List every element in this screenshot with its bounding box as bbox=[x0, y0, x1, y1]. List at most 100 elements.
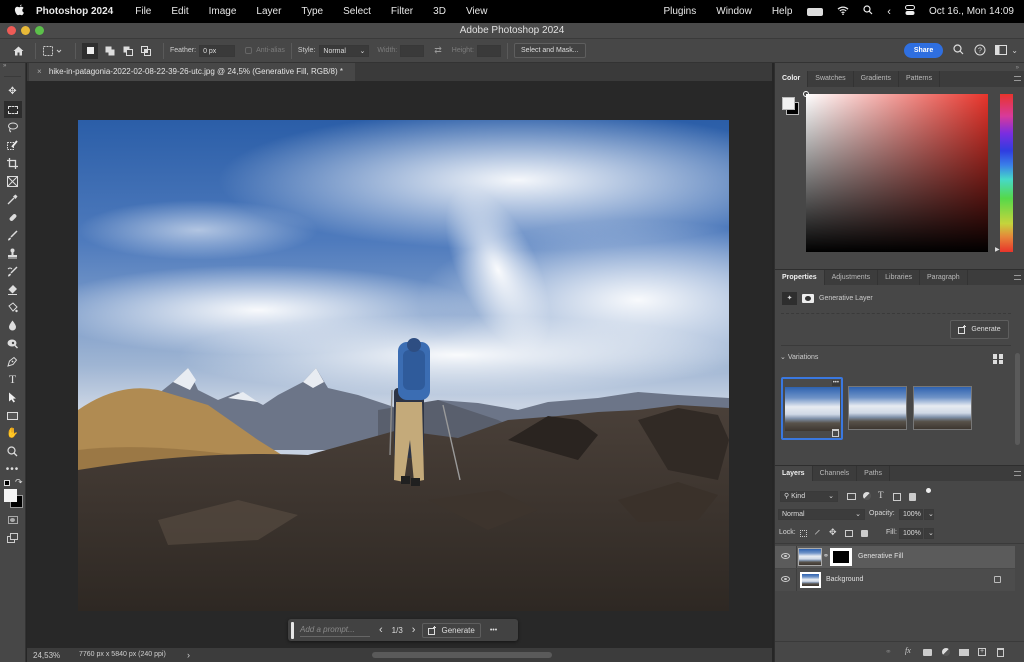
horizontal-scrollbar[interactable] bbox=[372, 652, 552, 658]
status-menu-arrow[interactable]: › bbox=[187, 650, 190, 660]
intersect-selection-button[interactable] bbox=[139, 44, 152, 57]
hue-slider-handle[interactable]: ▶ bbox=[995, 246, 1000, 253]
variation-1[interactable]: ••• bbox=[781, 377, 843, 440]
document-tab[interactable]: × hike-in-patagonia-2022-02-08-22-39-26-… bbox=[29, 63, 355, 81]
menu-image[interactable]: Image bbox=[209, 6, 237, 17]
height-input[interactable] bbox=[476, 44, 501, 57]
menu-type[interactable]: Type bbox=[301, 6, 323, 17]
add-to-selection-button[interactable] bbox=[103, 44, 116, 57]
blur-tool-icon[interactable] bbox=[4, 317, 22, 334]
crop-tool-icon[interactable] bbox=[4, 155, 22, 172]
spot-healing-tool-icon[interactable] bbox=[4, 209, 22, 226]
layer-lock-icon[interactable] bbox=[994, 576, 1001, 583]
lock-transparent-icon[interactable] bbox=[800, 530, 807, 537]
link-layers-icon[interactable]: ⚭ bbox=[885, 647, 892, 656]
tab-color[interactable]: Color bbox=[775, 71, 809, 87]
prompt-input[interactable]: Add a prompt... bbox=[300, 623, 370, 637]
select-and-mask-button[interactable]: Select and Mask... bbox=[513, 43, 586, 58]
previous-variation-button[interactable]: ‹ bbox=[379, 624, 383, 636]
blend-mode-dropdown[interactable]: Normal ⌄ bbox=[778, 509, 865, 520]
menu-file[interactable]: File bbox=[135, 6, 151, 17]
search-icon[interactable] bbox=[953, 44, 964, 57]
drag-handle[interactable] bbox=[291, 621, 294, 639]
variation-more-icon[interactable]: ••• bbox=[831, 380, 840, 386]
menu-view[interactable]: View bbox=[466, 6, 488, 17]
panel-menu-icon[interactable] bbox=[1014, 471, 1021, 476]
layer-filter-dropdown[interactable]: ⚲ Kind ⌄ bbox=[780, 491, 838, 502]
fill-input[interactable]: 100% bbox=[899, 528, 923, 539]
zoom-tool-icon[interactable] bbox=[4, 443, 22, 460]
properties-generate-button[interactable]: Generate bbox=[950, 320, 1009, 339]
help-icon[interactable]: ? bbox=[974, 44, 986, 58]
path-selection-tool-icon[interactable] bbox=[4, 389, 22, 406]
dodge-tool-icon[interactable] bbox=[4, 335, 22, 352]
swap-colors-icon[interactable]: ↷ bbox=[15, 477, 23, 488]
style-dropdown[interactable]: Normal ⌄ bbox=[319, 44, 370, 57]
variation-delete-icon[interactable] bbox=[832, 429, 839, 437]
paint-bucket-tool-icon[interactable] bbox=[4, 299, 22, 316]
clone-stamp-tool-icon[interactable] bbox=[4, 245, 22, 262]
eraser-tool-icon[interactable] bbox=[4, 281, 22, 298]
layer-name[interactable]: Generative Fill bbox=[858, 553, 903, 560]
lock-pixels-icon[interactable]: / bbox=[814, 528, 820, 537]
hand-tool-icon[interactable]: ✋ bbox=[4, 425, 22, 442]
close-window-button[interactable] bbox=[7, 26, 16, 35]
history-brush-tool-icon[interactable] bbox=[4, 263, 22, 280]
menu-filter[interactable]: Filter bbox=[391, 6, 413, 17]
opacity-dropdown[interactable]: ⌄ bbox=[924, 509, 934, 520]
menu-3d[interactable]: 3D bbox=[433, 6, 446, 17]
chevron-left-icon[interactable]: ‹ bbox=[887, 6, 891, 18]
menu-window[interactable]: Window bbox=[716, 6, 752, 17]
color-field[interactable] bbox=[803, 91, 988, 252]
properties-scrollbar[interactable] bbox=[1015, 353, 1020, 445]
fullscreen-window-button[interactable] bbox=[35, 26, 44, 35]
document-canvas-image[interactable] bbox=[78, 120, 729, 611]
menu-select[interactable]: Select bbox=[343, 6, 371, 17]
filter-pixel-icon[interactable] bbox=[847, 493, 856, 500]
rectangular-marquee-tool-icon[interactable] bbox=[3, 101, 22, 118]
new-selection-button[interactable] bbox=[82, 42, 98, 59]
battery-icon[interactable] bbox=[807, 7, 824, 16]
workspace-icon[interactable] bbox=[995, 44, 1008, 57]
share-button[interactable]: Share bbox=[903, 43, 944, 58]
filter-toggle-icon[interactable] bbox=[926, 488, 931, 493]
wifi-icon[interactable] bbox=[837, 6, 849, 18]
app-menu[interactable]: Photoshop 2024 bbox=[36, 6, 113, 17]
variation-2[interactable] bbox=[848, 386, 907, 430]
subtract-from-selection-button[interactable] bbox=[121, 44, 134, 57]
control-center-icon[interactable] bbox=[904, 4, 915, 19]
tab-paragraph[interactable]: Paragraph bbox=[920, 270, 968, 285]
eyedropper-tool-icon[interactable] bbox=[4, 191, 22, 208]
tab-paths[interactable]: Paths bbox=[857, 466, 891, 481]
minimize-window-button[interactable] bbox=[21, 26, 30, 35]
tab-gradients[interactable]: Gradients bbox=[854, 71, 899, 87]
apple-icon[interactable] bbox=[12, 4, 26, 19]
brush-tool-icon[interactable] bbox=[4, 227, 22, 244]
layer-name[interactable]: Background bbox=[826, 576, 863, 583]
next-variation-button[interactable]: › bbox=[412, 624, 416, 636]
visibility-eye-icon[interactable] bbox=[781, 576, 790, 582]
tab-swatches[interactable]: Swatches bbox=[808, 71, 854, 87]
more-options-button[interactable]: ••• bbox=[490, 627, 497, 634]
variation-3[interactable] bbox=[913, 386, 972, 430]
swap-dimensions-icon[interactable]: ⇄ bbox=[434, 45, 442, 56]
type-tool-icon[interactable]: T bbox=[4, 371, 22, 388]
quick-mask-icon[interactable] bbox=[4, 511, 22, 528]
link-icon[interactable]: ⚭ bbox=[823, 552, 829, 560]
filter-adjustment-icon[interactable] bbox=[863, 492, 871, 500]
foreground-color-swatch[interactable] bbox=[4, 489, 17, 502]
tab-layers[interactable]: Layers bbox=[775, 466, 813, 481]
clock[interactable]: Oct 16., Mon 14:09 bbox=[929, 6, 1014, 17]
screen-mode-icon[interactable] bbox=[4, 529, 22, 546]
new-adjustment-layer-icon[interactable] bbox=[942, 648, 950, 656]
layer-mask-thumbnail[interactable] bbox=[830, 548, 852, 566]
panel-menu-icon[interactable] bbox=[1014, 76, 1021, 81]
pen-tool-icon[interactable] bbox=[4, 353, 22, 370]
tab-channels[interactable]: Channels bbox=[813, 466, 858, 481]
fx-icon[interactable]: fx bbox=[905, 646, 911, 655]
opacity-input[interactable]: 100% bbox=[899, 509, 923, 520]
lock-artboard-icon[interactable] bbox=[845, 530, 853, 537]
variations-toggle[interactable]: ⌄ Variations bbox=[780, 353, 818, 361]
grid-view-icon[interactable] bbox=[993, 354, 1003, 364]
tab-adjustments[interactable]: Adjustments bbox=[825, 270, 879, 285]
